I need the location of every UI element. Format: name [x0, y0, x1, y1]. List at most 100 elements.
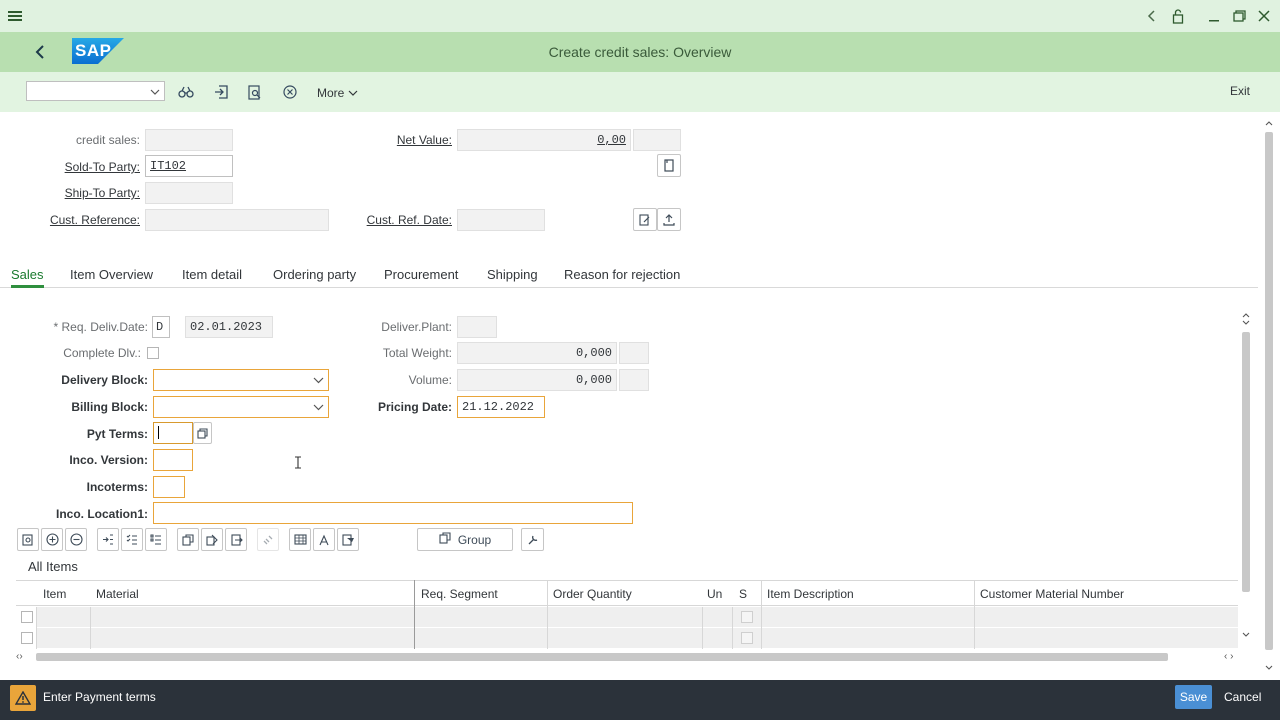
billing-block-select[interactable] — [153, 396, 329, 418]
tab-reason-for-rejection[interactable]: Reason for rejection — [564, 267, 680, 282]
copy-icon-button[interactable] — [177, 528, 199, 551]
back-arrow-icon[interactable] — [1144, 8, 1160, 24]
cust-reference-label: Cust. Reference: — [49, 213, 140, 227]
sold-to-party-label: Sold-To Party: — [64, 160, 140, 174]
tab-ordering-party[interactable]: Ordering party — [273, 267, 356, 282]
sold-to-party-field[interactable]: IT102 — [145, 155, 233, 177]
table-horizontal-scrollbar[interactable] — [36, 653, 1168, 661]
table-settings-icon-button[interactable] — [289, 528, 311, 551]
column-header-status[interactable]: S — [739, 587, 747, 601]
pyt-terms-value-help-button[interactable] — [193, 422, 212, 444]
paste-icon-button[interactable] — [225, 528, 247, 551]
column-header-unit[interactable]: Un — [707, 587, 722, 601]
command-dropdown[interactable] — [26, 81, 165, 101]
upload-icon-button[interactable] — [657, 208, 681, 231]
hamburger-menu-icon[interactable] — [6, 8, 24, 24]
inco-version-label: Inco. Version: — [69, 453, 148, 467]
status-bar: Enter Payment terms Save Cancel — [0, 680, 1280, 720]
details-icon-button[interactable] — [17, 528, 39, 551]
close-icon[interactable] — [1256, 8, 1272, 24]
volume-label: Volume: — [408, 373, 452, 387]
binoculars-icon[interactable] — [177, 83, 195, 101]
deliver-plant-field[interactable] — [457, 316, 497, 338]
title-bar: SAP Create credit sales: Overview — [0, 32, 1280, 72]
total-weight-unit-field — [619, 342, 649, 364]
page-vertical-scrollbar[interactable] — [1265, 132, 1273, 650]
delivery-block-select[interactable] — [153, 369, 329, 391]
tab-strip: Sales Item Overview Item detail Ordering… — [0, 264, 1258, 288]
cancel-button[interactable]: Cancel — [1224, 690, 1261, 704]
column-header-material[interactable]: Material — [96, 587, 139, 601]
wrench-icon-button[interactable] — [521, 528, 544, 551]
minimize-icon[interactable] — [1206, 8, 1222, 24]
page-scroll-up-icon[interactable] — [1265, 116, 1273, 130]
more-menu[interactable]: More — [317, 84, 358, 102]
req-deliv-date-type-field[interactable]: D — [152, 316, 170, 338]
save-button[interactable]: Save — [1175, 685, 1212, 709]
cust-reference-field[interactable] — [145, 209, 329, 231]
table-scroll-right-icon[interactable]: ‹ › — [1224, 651, 1233, 662]
tab-item-detail[interactable]: Item detail — [182, 267, 242, 282]
total-weight-field: 0,000 — [457, 342, 617, 364]
document-icon-button[interactable] — [657, 154, 681, 177]
tab-sales[interactable]: Sales — [11, 267, 44, 282]
net-value-currency-field — [633, 129, 681, 151]
edit-document-button[interactable] — [633, 208, 657, 231]
row-select-checkbox[interactable] — [21, 632, 33, 644]
chevron-down-icon — [313, 375, 324, 389]
credit-sales-label: credit sales: — [75, 133, 140, 147]
inco-location-field[interactable] — [153, 502, 633, 524]
deselect-all-icon-button[interactable] — [145, 528, 167, 551]
exit-button[interactable]: Exit — [1230, 84, 1250, 98]
ship-to-party-field[interactable] — [145, 182, 233, 204]
column-header-order-quantity[interactable]: Order Quantity — [553, 587, 632, 601]
page-title: Create credit sales: Overview — [548, 44, 732, 60]
document-search-icon[interactable] — [246, 83, 264, 101]
lock-icon[interactable] — [1170, 7, 1186, 25]
cust-ref-date-field[interactable] — [457, 209, 545, 231]
tab-scroll-up-icon[interactable] — [1242, 312, 1250, 329]
column-header-req-segment[interactable]: Req. Segment — [421, 587, 498, 601]
indent-icon-button[interactable] — [97, 528, 119, 551]
tab-shipping[interactable]: Shipping — [487, 267, 538, 282]
delete-icon-button[interactable] — [337, 528, 359, 551]
nav-back-icon[interactable] — [30, 42, 50, 62]
all-items-title: All Items — [28, 559, 78, 574]
page-scroll-down-icon[interactable] — [1265, 660, 1273, 674]
status-message[interactable]: Enter Payment terms — [43, 690, 156, 704]
row-select-checkbox[interactable] — [21, 611, 33, 623]
add-row-icon-button[interactable] — [41, 528, 63, 551]
incoterms-field[interactable] — [153, 476, 185, 498]
column-header-item-description[interactable]: Item Description — [767, 587, 854, 601]
cancel-circle-icon[interactable] — [281, 83, 299, 101]
table-row[interactable] — [36, 607, 1238, 627]
complete-dlv-checkbox[interactable] — [147, 347, 159, 359]
application-toolbar: More Exit — [0, 72, 1280, 112]
restore-icon[interactable] — [1231, 8, 1247, 24]
column-divider — [547, 580, 548, 649]
warning-icon[interactable] — [10, 685, 36, 711]
inco-version-field[interactable] — [153, 449, 193, 471]
table-row[interactable] — [36, 628, 1238, 648]
select-all-icon-button[interactable] — [121, 528, 143, 551]
row-status-checkbox[interactable] — [741, 611, 753, 623]
tab-vertical-scrollbar[interactable] — [1242, 332, 1250, 592]
import-icon[interactable] — [212, 83, 230, 101]
pricing-date-field[interactable]: 21.12.2022 — [457, 396, 545, 418]
table-scroll-down-icon[interactable] — [1242, 630, 1250, 641]
req-deliv-date-field[interactable]: 02.01.2023 — [185, 316, 273, 338]
credit-sales-field[interactable] — [145, 129, 233, 151]
column-header-customer-material-number[interactable]: Customer Material Number — [980, 587, 1124, 601]
remove-row-icon-button[interactable] — [65, 528, 87, 551]
duplicate-icon-button[interactable] — [201, 528, 223, 551]
tab-item-overview[interactable]: Item Overview — [70, 267, 153, 282]
column-header-item[interactable]: Item — [43, 587, 66, 601]
mouse-text-cursor-icon — [294, 456, 302, 472]
row-status-checkbox[interactable] — [741, 632, 753, 644]
pyt-terms-field[interactable] — [153, 422, 193, 444]
group-button[interactable]: Group — [417, 528, 513, 551]
tab-procurement[interactable]: Procurement — [384, 267, 458, 282]
link-icon-button[interactable] — [257, 528, 279, 551]
sort-icon-button[interactable] — [313, 528, 335, 551]
table-scroll-left-icon[interactable]: ‹› — [16, 651, 23, 662]
